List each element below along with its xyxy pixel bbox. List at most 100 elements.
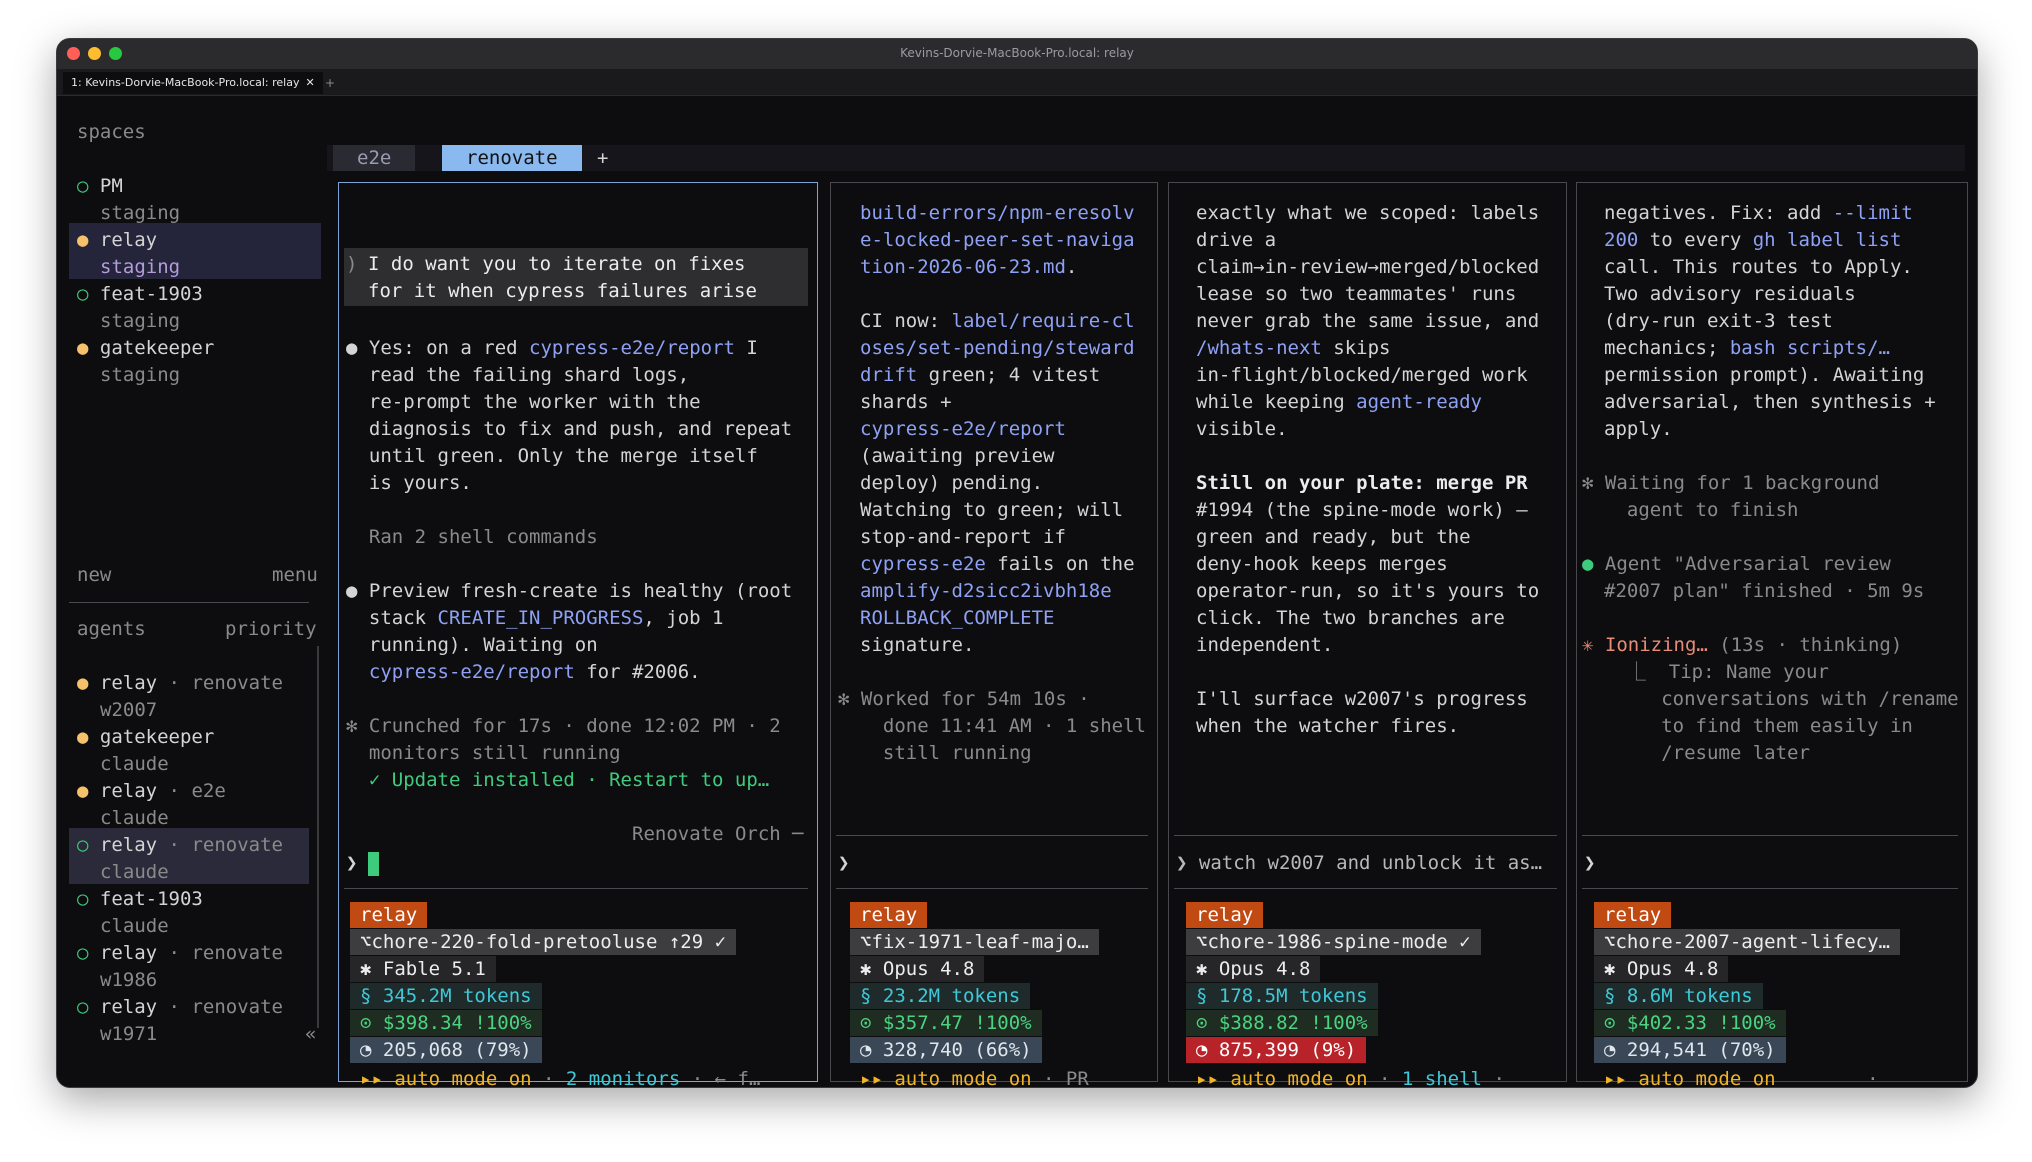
agent-name: relay bbox=[99, 672, 158, 694]
code-reference[interactable]: tion-2026-06-23.md bbox=[860, 256, 1066, 278]
code-reference[interactable]: ROLLBACK_COMPLETE bbox=[860, 607, 1054, 629]
new-tab-button[interactable]: + bbox=[325, 72, 335, 94]
relay-tag: relay bbox=[350, 902, 428, 928]
text-segment: while keeping bbox=[1196, 391, 1357, 413]
code-reference[interactable]: agent-ready bbox=[1356, 391, 1482, 413]
status-segment: · bbox=[1775, 1068, 1879, 1088]
code-reference[interactable]: cypress-e2e/report bbox=[860, 418, 1066, 440]
context-tag: ◔ 294,541 (70%) bbox=[1594, 1037, 1786, 1063]
active-dot-icon: ● bbox=[77, 229, 89, 251]
collapse-sidebar-icon[interactable]: « bbox=[305, 1021, 316, 1048]
prompt-input[interactable]: ❯ watch w2007 and unblock it as… bbox=[1176, 850, 1542, 877]
text-segment: monitors still running bbox=[346, 742, 621, 764]
add-space-tab-button[interactable]: + bbox=[597, 145, 608, 172]
text-segment: until green. Only the merge itself bbox=[346, 445, 758, 467]
text-segment: lease so two teammates' runs bbox=[1196, 283, 1517, 305]
agent-sub: claude bbox=[100, 861, 169, 883]
text-segment: still running bbox=[860, 742, 1032, 764]
space-name: relay bbox=[99, 229, 158, 251]
space-tab-e2e[interactable]: e2e bbox=[333, 145, 416, 171]
text-segment: visible. bbox=[1196, 418, 1288, 440]
code-reference[interactable]: drift bbox=[860, 364, 917, 386]
agent-item[interactable]: ● gatekeeper bbox=[77, 724, 214, 751]
spaces-header: spaces bbox=[77, 121, 146, 143]
text-segment: when the watcher fires. bbox=[1196, 715, 1460, 737]
priority-sort[interactable]: priority bbox=[225, 616, 317, 643]
branch-tag: ⌥chore-1986-spine-mode ✓ bbox=[1186, 929, 1481, 955]
agent-separator: · bbox=[157, 780, 192, 802]
text-segment: Two advisory residuals bbox=[1604, 283, 1856, 305]
code-reference[interactable]: e-locked-peer-set-naviga bbox=[860, 229, 1135, 251]
code-reference[interactable]: --limit bbox=[1833, 202, 1913, 224]
code-reference[interactable]: label/require-cl bbox=[952, 310, 1135, 332]
agent-item[interactable]: ○ relay · renovate bbox=[77, 940, 283, 967]
code-reference[interactable]: oses/set-pending/steward bbox=[860, 337, 1135, 359]
output-line: ● Agent "Adversarial review bbox=[1582, 551, 1891, 578]
output-line: Two advisory residuals bbox=[1604, 281, 1856, 308]
output-line: build-errors/npm-eresolv bbox=[860, 200, 1135, 227]
code-reference[interactable]: CREATE_IN_PROGRESS bbox=[438, 607, 644, 629]
context-tag: ◔ 875,399 (9%) bbox=[1186, 1037, 1367, 1063]
agent-name: feat-1903 bbox=[99, 888, 203, 910]
text-segment: ● bbox=[1582, 553, 1605, 575]
output-line: oses/set-pending/steward bbox=[860, 335, 1135, 362]
output-line: #1994 (the spine-mode work) — bbox=[1196, 497, 1528, 524]
model-tag: ✱ Opus 4.8 bbox=[850, 956, 985, 982]
space-item[interactable]: ○ feat-1903 bbox=[77, 281, 203, 308]
output-line: I'll surface w2007's progress bbox=[1196, 686, 1528, 713]
output-line: shards + bbox=[860, 389, 952, 416]
agent-item[interactable]: ○ relay · renovate bbox=[77, 994, 283, 1021]
code-reference[interactable]: gh label list bbox=[1753, 229, 1902, 251]
idle-dot-icon: ○ bbox=[77, 996, 89, 1018]
code-reference[interactable]: cypress-e2e bbox=[860, 553, 986, 575]
new-space-button[interactable]: new bbox=[77, 562, 111, 589]
agent-item[interactable]: ● relay · e2e bbox=[77, 778, 226, 805]
output-line: ✳ Ionizing… (13s · thinking) bbox=[1582, 632, 1902, 659]
agent-space: e2e bbox=[191, 780, 226, 802]
code-reference[interactable]: cypress-e2e/report bbox=[369, 661, 575, 683]
prompt-input[interactable]: ❯ bbox=[1584, 850, 1595, 877]
text-segment: Yes: on a red bbox=[368, 337, 530, 359]
prompt-input[interactable]: ❯ bbox=[838, 850, 849, 877]
code-reference[interactable]: bash scripts/… bbox=[1730, 337, 1890, 359]
text-segment: ✻ Worked for 54m 10s · bbox=[838, 688, 1090, 710]
agent-name: relay bbox=[99, 942, 158, 964]
space-name: PM bbox=[99, 175, 123, 197]
text-segment: stop-and-report if bbox=[860, 526, 1066, 548]
terminal-tab[interactable]: 1: Kevins-Dorvie-MacBook-Pro.local: rela… bbox=[63, 72, 323, 94]
agent-item[interactable]: ○ relay · renovate bbox=[77, 832, 283, 859]
status-segment: 1 shell bbox=[1401, 1068, 1482, 1088]
text-segment: apply. bbox=[1604, 418, 1673, 440]
relay-tag: relay bbox=[850, 902, 928, 928]
text-segment: adversarial, then synthesis + bbox=[1604, 391, 1936, 413]
sidebar-scrollbar[interactable] bbox=[317, 646, 319, 1028]
code-reference[interactable]: 200 bbox=[1604, 229, 1638, 251]
space-item[interactable]: ● relay bbox=[77, 227, 157, 254]
output-line: done 11:41 AM · 1 shell bbox=[860, 713, 1146, 740]
prompt-input[interactable]: ❯ bbox=[346, 850, 357, 877]
menu-button[interactable]: menu bbox=[272, 562, 318, 589]
pane-title-label: Renovate Orch ─ bbox=[632, 823, 804, 845]
text-segment: CI now: bbox=[860, 310, 952, 332]
space-item[interactable]: ● gatekeeper bbox=[77, 335, 214, 362]
text-segment: ✓ Update installed · Restart to up… bbox=[346, 769, 770, 791]
text-segment: running). Waiting on bbox=[346, 634, 598, 656]
text-segment: /resume later bbox=[1604, 742, 1810, 764]
close-tab-icon[interactable]: ✕ bbox=[305, 76, 314, 89]
text-segment: done 11:41 AM · 1 shell bbox=[860, 715, 1146, 737]
output-line: Ran 2 shell commands bbox=[346, 524, 598, 551]
output-line: read the failing shard logs, bbox=[346, 362, 689, 389]
code-reference[interactable]: cypress-e2e/report bbox=[529, 337, 735, 359]
space-item[interactable]: ○ PM bbox=[77, 173, 123, 200]
status-segment: · bbox=[1482, 1068, 1505, 1088]
code-reference[interactable]: build-errors/npm-eresolv bbox=[860, 202, 1135, 224]
code-reference[interactable]: /whats-next bbox=[1196, 337, 1322, 359]
status-segment: ▸▸ auto mode on bbox=[860, 1068, 1032, 1088]
agent-item[interactable]: ● relay · renovate bbox=[77, 670, 283, 697]
space-tab-renovate[interactable]: renovate bbox=[442, 145, 582, 171]
active-dot-icon: ● bbox=[77, 726, 89, 748]
agent-item[interactable]: ○ feat-1903 bbox=[77, 886, 203, 913]
code-reference[interactable]: amplify-d2sicc2ivbh18e bbox=[860, 580, 1112, 602]
output-line: permission prompt). Awaiting bbox=[1604, 362, 1924, 389]
output-line: to find them easily in bbox=[1604, 713, 1913, 740]
